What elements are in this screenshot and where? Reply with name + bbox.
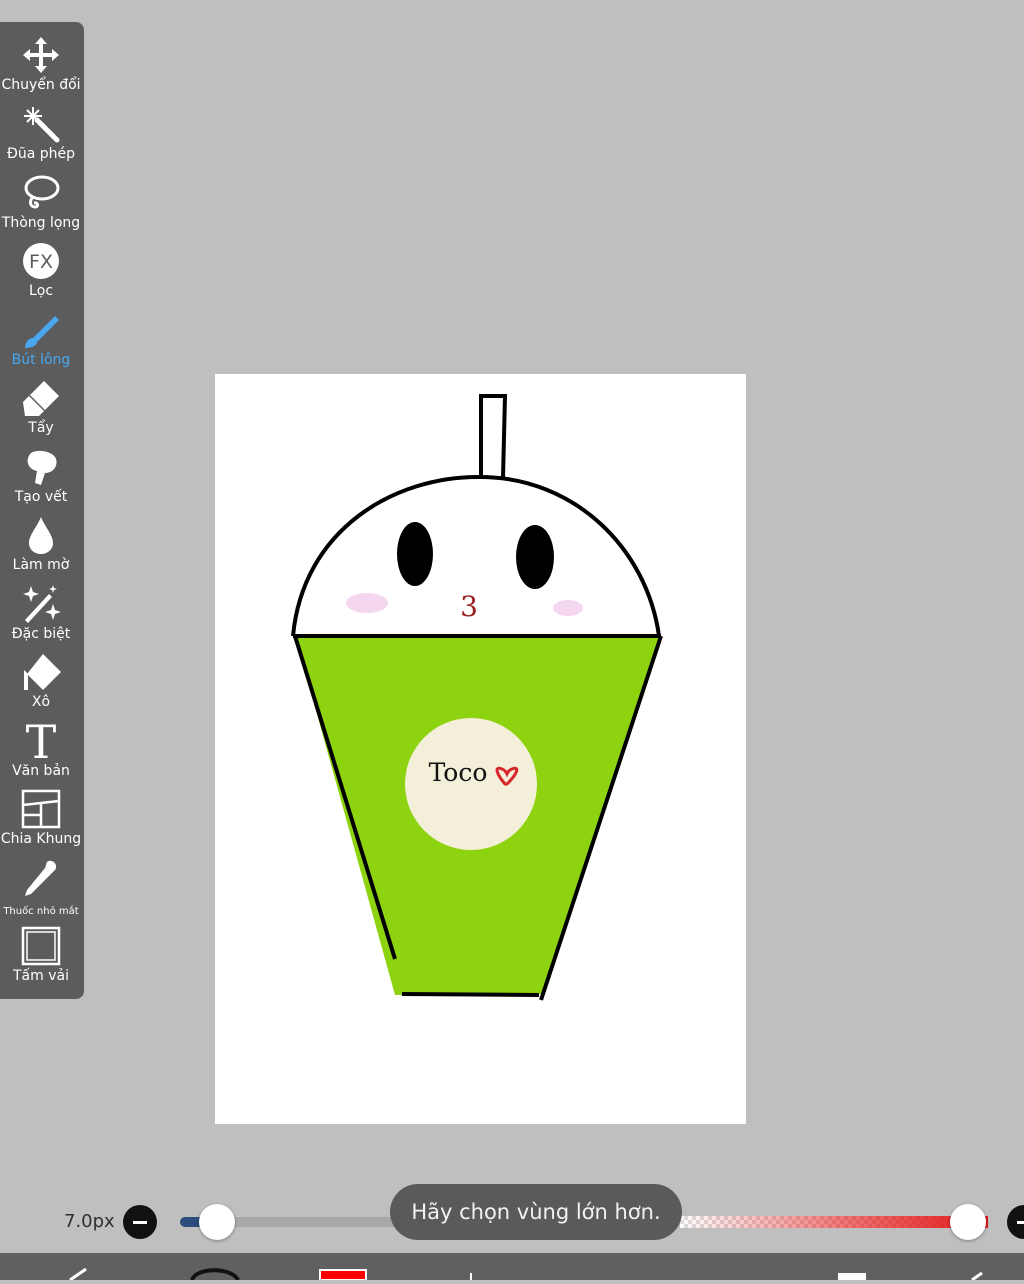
tool-label: Đũa phép (6, 146, 75, 162)
tool-label: Thòng lọng (1, 215, 81, 231)
tool-label: Thuốc nhỏ mắt (3, 906, 79, 917)
text-icon: T (20, 720, 62, 762)
brush-size-decrease-button[interactable] (123, 1205, 157, 1239)
frame-divider-icon (20, 788, 62, 830)
tool-lasso[interactable]: Thòng lọng (0, 172, 82, 240)
tool-blur[interactable]: Làm mờ (0, 514, 82, 582)
tool-frame-divider[interactable]: Chia Khung (0, 788, 82, 856)
cup-drawing: 3 Toco (291, 394, 663, 1001)
brush-color-swatch (319, 1269, 367, 1281)
tool-label: Chia Khung (0, 831, 82, 847)
drawing-canvas[interactable]: 3 Toco (215, 374, 746, 1124)
lasso-icon (20, 172, 62, 214)
tool-bucket[interactable]: Xô (0, 651, 82, 719)
undo-icon (69, 1267, 87, 1282)
tool-filter[interactable]: FX Lọc (0, 240, 82, 308)
tool-label: Xô (31, 694, 51, 710)
tool-text[interactable]: T Văn bản (0, 720, 82, 788)
magic-wand-icon (20, 103, 62, 145)
canvas-icon (20, 925, 62, 967)
drawing-label-text: Toco (429, 758, 488, 787)
tool-label: Văn bản (12, 763, 70, 779)
tool-eyedropper[interactable]: Thuốc nhỏ mắt (0, 857, 82, 925)
tool-transform[interactable]: Chuyển đổi (0, 34, 82, 102)
drawing-straw (479, 394, 508, 479)
tool-palette: Chuyển đổi Đũa phép Thòng lọng FX Lọc Bú… (0, 22, 84, 999)
special-sparkle-icon (20, 583, 62, 625)
drawing-eye-right (516, 525, 554, 589)
tool-label: Tạo vết (14, 489, 68, 505)
svg-text:FX: FX (29, 251, 53, 273)
tool-label: Chuyển đổi (1, 77, 81, 93)
drawing-eye-left (397, 522, 433, 586)
tool-label: Tấm vải (13, 968, 69, 984)
eyedropper-icon (20, 857, 62, 899)
brush-icon (20, 309, 62, 351)
brush-opacity-slider-handle[interactable] (950, 1204, 986, 1240)
bucket-icon (20, 651, 62, 693)
layer-icon (838, 1273, 866, 1280)
brush-opacity-increase-button[interactable] (1007, 1205, 1024, 1239)
blur-drop-icon (20, 514, 62, 556)
tool-label: Làm mờ (12, 557, 70, 573)
toast-message: Hãy chọn vùng lớn hơn. (390, 1184, 682, 1240)
color-swatch-ring (190, 1268, 240, 1282)
tool-smudge[interactable]: Tạo vết (0, 446, 82, 514)
eraser-icon (20, 377, 62, 419)
drawing-blush-left (346, 593, 388, 613)
tool-special[interactable]: Đặc biệt (0, 583, 82, 651)
tool-label: Lọc (28, 283, 54, 299)
fx-filter-icon: FX (20, 240, 62, 282)
tool-canvas[interactable]: Tấm vải (0, 925, 82, 993)
smudge-icon (20, 446, 62, 488)
drawing-blush-right (553, 600, 583, 616)
tool-label: Tẩy (28, 420, 54, 436)
tool-label: Bút lông (11, 352, 71, 368)
brush-opacity-slider[interactable] (680, 1216, 988, 1228)
move-icon (20, 34, 62, 76)
tool-label: Đặc biệt (11, 626, 71, 642)
bottom-toolbar (0, 1253, 1024, 1282)
tool-magic-wand[interactable]: Đũa phép (0, 103, 82, 171)
minus-icon (133, 1220, 147, 1224)
brush-size-slider-handle[interactable] (199, 1204, 235, 1240)
tool-eraser[interactable]: Tẩy (0, 377, 82, 445)
brush-size-value: 7.0px (64, 1211, 115, 1232)
drawing-mouth: 3 (460, 590, 478, 623)
plus-icon (1017, 1220, 1024, 1224)
menu-icon (971, 1271, 983, 1282)
tool-brush[interactable]: Bút lông (0, 309, 82, 377)
svg-text:T: T (26, 721, 57, 761)
